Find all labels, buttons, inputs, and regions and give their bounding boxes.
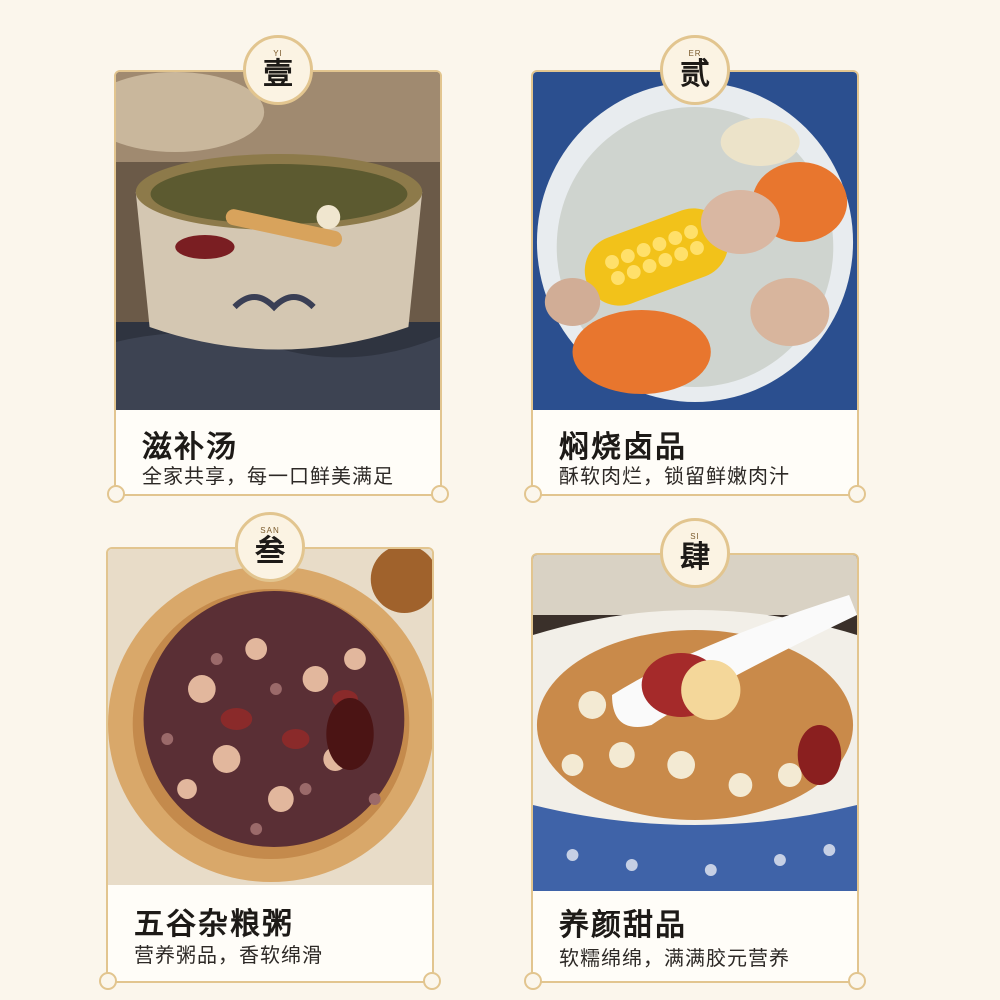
- card-subtitle: 营养粥品，香软绵滑: [134, 945, 323, 967]
- herbal-soup-photo: [116, 72, 440, 410]
- menu-card-2[interactable]: 焖烧卤品 酥软肉烂，锁留鲜嫩肉汁: [524, 70, 866, 503]
- badge-number: 贰: [680, 58, 710, 91]
- badge-number: 壹: [263, 58, 293, 91]
- card-subtitle: 酥软肉烂，锁留鲜嫩肉汁: [559, 466, 790, 488]
- sweet-soup-photo: [533, 555, 857, 891]
- card-subtitle: 软糯绵绵，满满胶元营养: [559, 948, 790, 970]
- menu-card-4[interactable]: 养颜甜品 软糯绵绵，满满胶元营养: [524, 553, 866, 990]
- grain-porridge-photo: [108, 549, 432, 885]
- badge-4: SI 肆: [660, 518, 730, 588]
- corn-rib-soup-photo: [533, 72, 857, 410]
- card-title: 五谷杂粮粥: [134, 908, 294, 941]
- badge-number: 肆: [680, 541, 710, 574]
- menu-card-3[interactable]: 五谷杂粮粥 营养粥品，香软绵滑: [99, 547, 441, 990]
- card-subtitle: 全家共享，每一口鲜美满足: [142, 466, 394, 488]
- badge-1: YI 壹: [243, 35, 313, 105]
- badge-number: 叁: [255, 535, 285, 568]
- card-title: 养颜甜品: [559, 909, 687, 942]
- badge-2: ER 贰: [660, 35, 730, 105]
- badge-3: SAN 叁: [235, 512, 305, 582]
- menu-card-1[interactable]: 滋补汤 全家共享，每一口鲜美满足: [107, 70, 449, 503]
